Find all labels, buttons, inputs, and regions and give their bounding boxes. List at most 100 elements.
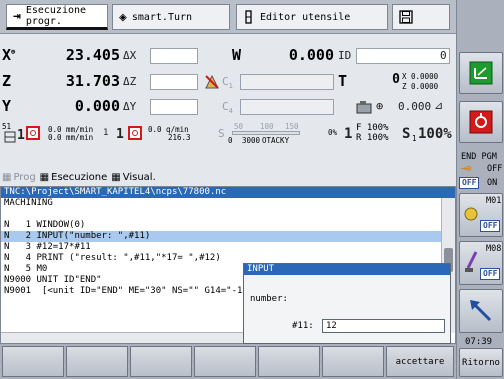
softkey-6[interactable] — [322, 346, 384, 377]
delta-x-field — [150, 48, 198, 64]
spindle-sub-label: 51 — [2, 122, 12, 131]
tab-label: Editor utensile — [260, 11, 351, 23]
row-feeds: 51 1 0.0 mm/min 0.0 mm/min 1 1 0.0 q/min… — [0, 122, 456, 152]
accept-button[interactable]: accettare — [386, 346, 454, 377]
dialog-prompt: number: — [250, 294, 288, 304]
override-s-label: S — [402, 126, 411, 142]
tool-icon — [245, 10, 252, 24]
axis-c4-label: C4 — [222, 100, 233, 116]
spindle-stop-icon — [26, 126, 40, 140]
machine-icon — [356, 101, 372, 114]
m01-label: M01 — [486, 196, 502, 206]
program-line[interactable] — [1, 209, 441, 220]
arrow-right-icon: ⇥ — [13, 8, 21, 24]
spindle-2-number: 1 — [116, 127, 124, 142]
tool-z-offset: Z 0.0000 — [402, 82, 439, 91]
machine-mode-button[interactable] — [459, 52, 503, 94]
dialog-value-input[interactable]: 12 — [322, 319, 445, 333]
spindle-locked-icon — [205, 74, 219, 89]
mode-prog[interactable]: ▦ Prog — [2, 172, 36, 183]
override-s-sub: 1 — [412, 134, 417, 143]
tab-bar: ⇥ Esecuzione progr. ◈ smart.Turn Editor … — [0, 0, 456, 34]
row-z: Z 31.703 ΔZ C1 T 0 X 0.0000 Z 0.0000 — [0, 72, 456, 96]
spindle-icon — [4, 131, 16, 143]
end-pgm-state: OFF — [487, 164, 503, 174]
spindle-number: 1 — [17, 128, 25, 143]
tab-label: Esecuzione progr. — [25, 5, 87, 27]
position-display: X⊕ 23.405 ΔX W 0.000 ID 0 Z 31.703 ΔZ C1… — [0, 34, 456, 186]
jog-direction-button[interactable] — [459, 289, 503, 333]
tab-smart-turn[interactable]: ◈ smart.Turn — [112, 4, 230, 30]
red-alarm-icon — [469, 110, 493, 134]
grid-icon: ▦ — [2, 171, 12, 183]
m08-label: M08 — [486, 244, 502, 254]
right-softkey-column: END PGM →⊖ OFF OFF ON M01 OFF M08 OFF 07… — [456, 0, 504, 379]
m08-state: OFF — [480, 268, 501, 280]
feed-rev-2: 216.3 — [168, 133, 191, 142]
m08-button[interactable]: M08 OFF — [459, 241, 503, 285]
tool-t-value: 0 — [392, 72, 400, 87]
axis-c1-label: C1 — [222, 75, 233, 91]
axis-x-label: X⊕ — [2, 46, 16, 64]
override-s-value: 100% — [418, 126, 452, 142]
scale-sub: 0 — [228, 136, 233, 145]
id-field — [356, 48, 450, 64]
mode-row: ▦ Prog ▦ Esecuzione ▦ Visual. — [0, 170, 456, 184]
tool-x-offset: X 0.0000 — [402, 72, 439, 81]
dialog-title: INPUT — [244, 264, 450, 275]
mode-visual[interactable]: ▦ Visual. — [111, 172, 156, 183]
angle-icon: ⊿ — [434, 99, 444, 112]
scale-mark-50: 50 — [234, 122, 244, 131]
scale-mark-100: 100 — [260, 122, 274, 131]
axis-c1-field — [240, 74, 334, 90]
program-line[interactable]: N 2 INPUT("number: ",#11) — [1, 231, 441, 242]
axis-x-value: 23.405 — [65, 46, 120, 64]
m01-button[interactable]: M01 OFF — [459, 193, 503, 237]
override-channel: 1 — [344, 126, 353, 142]
row-y: Y 0.000 ΔY C4 ⊕ 0.000 ⊿ — [0, 97, 456, 121]
block-tag: 0% — [328, 128, 338, 137]
override-f: F 100% — [356, 123, 389, 133]
scale-mark-150: 150 — [285, 122, 299, 131]
mode-exec[interactable]: ▦ Esecuzione — [40, 172, 108, 183]
softkey-1[interactable] — [2, 346, 64, 377]
axis-z-label: Z — [2, 72, 12, 90]
softkey-3[interactable] — [130, 346, 192, 377]
clock: 07:39 — [465, 337, 493, 347]
delta-z-field — [150, 74, 198, 90]
softkey-bar: accettare — [0, 344, 456, 379]
end-pgm-on[interactable]: ON — [487, 178, 497, 188]
grid-icon: ▦ — [111, 171, 121, 183]
diagonal-arrow-icon — [470, 300, 492, 322]
axis-w-label: W — [232, 46, 242, 64]
end-pgm-off-badge[interactable]: OFF — [459, 177, 480, 189]
coolant-icon — [465, 251, 478, 272]
program-line[interactable]: N 3 #12=17*#11 — [1, 242, 441, 253]
program-line[interactable]: MACHINING — [1, 198, 441, 209]
program-line[interactable]: N 1 WINDOW(0) — [1, 220, 441, 231]
axis-w-value: 0.000 — [288, 46, 334, 64]
axis-y-value: 0.000 — [74, 97, 120, 115]
disk-icon — [399, 10, 413, 24]
tab-label: smart.Turn — [131, 11, 193, 23]
target-icon: ⊕ — [376, 99, 384, 113]
softkey-5[interactable] — [258, 346, 320, 377]
channel-label: 1 — [103, 128, 109, 138]
alarm-button[interactable] — [459, 101, 503, 143]
diamond-arrow-icon: ◈ — [119, 9, 127, 25]
tab-program-run[interactable]: ⇥ Esecuzione progr. — [6, 4, 108, 30]
softkey-2[interactable] — [66, 346, 128, 377]
tab-tool-editor[interactable]: Editor utensile — [236, 4, 388, 30]
dialog-var-label: #11: — [292, 321, 314, 331]
spindle-s-label: S — [218, 127, 225, 140]
back-label: Ritorno — [462, 357, 500, 368]
grid-icon: ▦ — [39, 171, 50, 183]
softkey-4[interactable] — [194, 346, 256, 377]
back-button[interactable]: Ritorno — [459, 348, 503, 377]
rpm-unit: OTACKY — [262, 136, 290, 145]
green-jog-icon — [469, 61, 493, 85]
delta-x-label: ΔX — [123, 49, 137, 62]
rpm-value: 3000 — [242, 136, 261, 145]
axis-c4-field — [240, 99, 334, 115]
tab-file[interactable] — [392, 4, 450, 30]
